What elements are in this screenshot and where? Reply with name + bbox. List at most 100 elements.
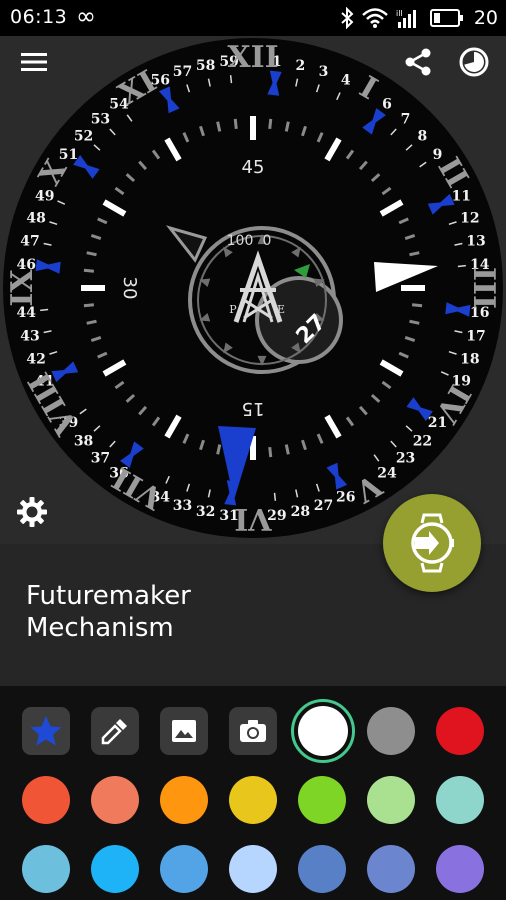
minute-number: 18 bbox=[460, 351, 479, 367]
infinity-icon: ∞ bbox=[76, 2, 96, 30]
logo-letter: E bbox=[277, 303, 285, 316]
color-picker-tool[interactable] bbox=[91, 707, 139, 755]
image-icon bbox=[172, 720, 196, 742]
minute-number: 23 bbox=[396, 450, 415, 466]
color-swatch[interactable] bbox=[22, 776, 70, 824]
color-swatch[interactable] bbox=[367, 845, 415, 893]
color-swatch[interactable] bbox=[367, 707, 415, 755]
status-icons: ill 20 bbox=[340, 4, 498, 32]
inner-minute-tick bbox=[216, 121, 222, 132]
inner-minute-tick bbox=[233, 118, 238, 130]
svg-text:ill: ill bbox=[396, 9, 403, 18]
inner-minute-tick bbox=[83, 303, 95, 308]
color-swatch[interactable] bbox=[229, 776, 277, 824]
roman-numeral: III bbox=[466, 267, 501, 309]
share-icon bbox=[405, 48, 431, 76]
color-swatch[interactable] bbox=[160, 776, 208, 824]
inner-scale-label: 15 bbox=[242, 398, 265, 419]
inner-minute-tick bbox=[284, 444, 290, 455]
watchface-name: Futuremaker Mechanism bbox=[26, 581, 191, 643]
clock-timer-icon bbox=[459, 47, 489, 77]
inner-minute-tick bbox=[216, 444, 222, 455]
inner-minute-tick bbox=[268, 446, 273, 458]
roman-numeral: VI bbox=[234, 501, 272, 536]
star-tool[interactable] bbox=[22, 707, 70, 755]
color-swatch[interactable] bbox=[229, 845, 277, 893]
tick-minute-outer bbox=[40, 308, 49, 312]
minute-number: 13 bbox=[466, 234, 485, 250]
minute-number: 52 bbox=[74, 128, 93, 144]
minute-number: 17 bbox=[466, 328, 485, 344]
minute-number: 51 bbox=[59, 147, 78, 163]
minute-number: 43 bbox=[20, 328, 39, 344]
inner-minute-tick bbox=[284, 121, 290, 132]
minute-number: 42 bbox=[26, 351, 45, 367]
minute-number: 3 bbox=[319, 64, 329, 80]
inner-minute-tick bbox=[83, 268, 95, 273]
cell-signal-icon: ill bbox=[396, 9, 416, 28]
eyedropper-icon bbox=[101, 719, 127, 745]
minute-number: 11 bbox=[452, 188, 471, 204]
minute-number: 12 bbox=[460, 211, 479, 227]
minute-number: 47 bbox=[20, 234, 39, 250]
minute-number: 58 bbox=[196, 58, 215, 74]
inner-minute-tick bbox=[268, 118, 273, 130]
minute-number: 57 bbox=[173, 64, 192, 80]
tick-minute-outer bbox=[273, 492, 277, 501]
color-swatch[interactable] bbox=[436, 845, 484, 893]
watch-face: 59 1 2 346789111213141617181921222324262728… bbox=[3, 38, 503, 538]
wifi-icon bbox=[361, 8, 388, 28]
status-bar: 06:13 ∞ ill 20 bbox=[0, 0, 506, 36]
status-time: 06:13 bbox=[10, 6, 68, 28]
minute-number: 38 bbox=[74, 434, 93, 450]
inner-minute-tick bbox=[86, 251, 97, 257]
minute-number: 6 bbox=[382, 97, 392, 113]
color-swatch[interactable] bbox=[367, 776, 415, 824]
send-to-watch-button[interactable] bbox=[383, 494, 481, 592]
tick-minute-outer bbox=[457, 264, 466, 268]
minute-number: 7 bbox=[401, 112, 411, 128]
color-swatch[interactable] bbox=[160, 845, 208, 893]
timer-button[interactable] bbox=[456, 44, 492, 80]
minute-number: 32 bbox=[196, 504, 215, 520]
color-swatch[interactable] bbox=[436, 776, 484, 824]
minute-number: 2 bbox=[296, 58, 306, 74]
minute-number: 22 bbox=[413, 434, 432, 450]
subdial-label: 100 bbox=[227, 233, 254, 249]
inner-scale-label: 30 bbox=[119, 277, 140, 300]
menu-button[interactable] bbox=[16, 44, 52, 80]
hamburger-menu-icon bbox=[21, 53, 47, 71]
roman-numeral: XII bbox=[227, 40, 278, 75]
settings-button[interactable] bbox=[14, 494, 50, 530]
subdial-label: 0 bbox=[263, 233, 272, 249]
battery-level: 20 bbox=[473, 7, 498, 29]
bluetooth-icon bbox=[341, 7, 354, 29]
minute-number: 26 bbox=[336, 489, 355, 505]
color-swatch[interactable] bbox=[91, 845, 139, 893]
color-swatch[interactable] bbox=[22, 845, 70, 893]
minute-number: 4 bbox=[341, 73, 351, 89]
image-tool[interactable] bbox=[160, 707, 208, 755]
share-button[interactable] bbox=[400, 44, 436, 80]
camera-icon bbox=[240, 720, 266, 742]
selected-color-fill bbox=[298, 706, 348, 756]
minute-number: 49 bbox=[35, 188, 54, 204]
color-swatch[interactable] bbox=[298, 845, 346, 893]
minute-number: 28 bbox=[291, 504, 310, 520]
color-swatch[interactable] bbox=[91, 776, 139, 824]
color-swatch[interactable] bbox=[298, 776, 346, 824]
minute-number: 53 bbox=[91, 112, 110, 128]
color-swatch[interactable] bbox=[436, 707, 484, 755]
camera-tool[interactable] bbox=[229, 707, 277, 755]
inner-minute-tick bbox=[409, 319, 420, 325]
watch-sync-icon bbox=[411, 513, 454, 573]
gear-icon bbox=[17, 497, 47, 527]
selected-color-swatch[interactable] bbox=[291, 699, 355, 763]
minute-number: 8 bbox=[418, 128, 428, 144]
inner-scale-label: 45 bbox=[242, 157, 265, 178]
battery-icon bbox=[429, 9, 463, 27]
inner-minute-tick bbox=[409, 251, 420, 257]
minute-number: 24 bbox=[377, 465, 397, 481]
roman-numeral: IX bbox=[5, 269, 40, 307]
minute-number: 27 bbox=[314, 498, 333, 514]
